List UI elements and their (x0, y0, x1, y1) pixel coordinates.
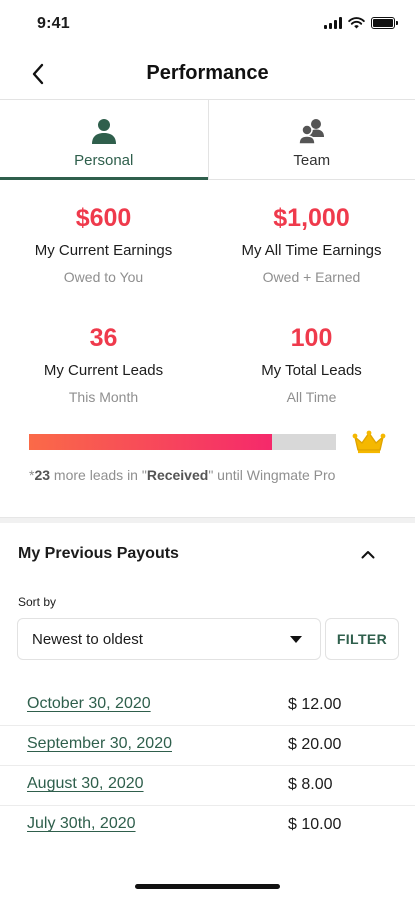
crown-icon (352, 430, 386, 454)
total-leads-sub: All Time (286, 389, 337, 405)
section-divider (0, 517, 415, 523)
current-earnings-value: $600 (75, 204, 132, 232)
all-time-earnings-sub: Owed + Earned (262, 269, 361, 285)
collapse-payouts-button[interactable] (356, 544, 380, 564)
leads-progress-fill (29, 434, 272, 450)
payout-list: October 30, 2020 $ 12.00 September 30, 2… (0, 686, 415, 846)
filter-button[interactable]: FILTER (325, 618, 399, 660)
status-bar: 9:41 (0, 0, 415, 50)
current-earnings-label: My Current Earnings (34, 242, 173, 259)
progress-note: *23 more leads in "Received" until Wingm… (29, 467, 335, 483)
current-earnings-sub: Owed to You (63, 269, 144, 285)
tab-bar: Personal Team (0, 99, 415, 180)
leads-progress-bar (29, 434, 336, 450)
battery-icon (371, 17, 398, 29)
progress-note-middle: more leads in " (50, 467, 147, 483)
total-leads-label: My Total Leads (261, 362, 362, 379)
payout-row: October 30, 2020 $ 12.00 (0, 686, 415, 726)
progress-note-count: 23 (34, 467, 51, 483)
payout-amount: $ 8.00 (288, 776, 333, 793)
total-leads-stat: 100 My Total Leads All Time (208, 324, 415, 406)
tab-personal[interactable]: Personal (0, 100, 208, 180)
person-icon (91, 119, 116, 144)
sort-label: Sort by (18, 595, 57, 609)
payout-amount: $ 12.00 (288, 696, 342, 713)
status-time: 9:41 (37, 15, 70, 32)
status-icons (324, 17, 398, 29)
payout-amount: $ 20.00 (288, 736, 342, 753)
payout-date-link[interactable]: September 30, 2020 (27, 735, 172, 753)
chevron-up-icon (361, 550, 375, 558)
current-leads-label: My Current Leads (43, 362, 164, 379)
header: Performance (0, 50, 415, 98)
payouts-title: My Previous Payouts (18, 545, 179, 562)
payout-row: September 30, 2020 $ 20.00 (0, 726, 415, 766)
current-leads-sub: This Month (68, 389, 139, 405)
payout-date-link[interactable]: July 30th, 2020 (27, 815, 136, 833)
tab-personal-label: Personal (74, 152, 134, 169)
caret-down-icon (290, 636, 302, 643)
all-time-earnings-stat: $1,000 My All Time Earnings Owed + Earne… (208, 204, 415, 286)
wifi-icon (348, 17, 365, 29)
progress-note-status: Received (146, 467, 209, 483)
progress-note-suffix: " until Wingmate Pro (208, 467, 336, 483)
tab-team-label: Team (293, 152, 331, 169)
group-icon (297, 119, 324, 145)
payout-row: August 30, 2020 $ 8.00 (0, 766, 415, 806)
sort-select[interactable]: Newest to oldest (17, 618, 321, 660)
tab-team[interactable]: Team (207, 100, 415, 179)
payout-date-link[interactable]: August 30, 2020 (27, 775, 144, 793)
all-time-earnings-value: $1,000 (273, 204, 350, 232)
signal-icon (324, 17, 342, 29)
all-time-earnings-label: My All Time Earnings (241, 242, 382, 259)
current-leads-stat: 36 My Current Leads This Month (0, 324, 207, 406)
payout-amount: $ 10.00 (288, 816, 342, 833)
sort-select-value: Newest to oldest (32, 630, 143, 648)
payout-row: July 30th, 2020 $ 10.00 (0, 806, 415, 846)
home-indicator (135, 884, 280, 889)
total-leads-value: 100 (290, 324, 333, 352)
current-earnings-stat: $600 My Current Earnings Owed to You (0, 204, 207, 286)
payout-date-link[interactable]: October 30, 2020 (27, 695, 151, 713)
current-leads-value: 36 (89, 324, 118, 352)
page-title: Performance (146, 62, 269, 84)
